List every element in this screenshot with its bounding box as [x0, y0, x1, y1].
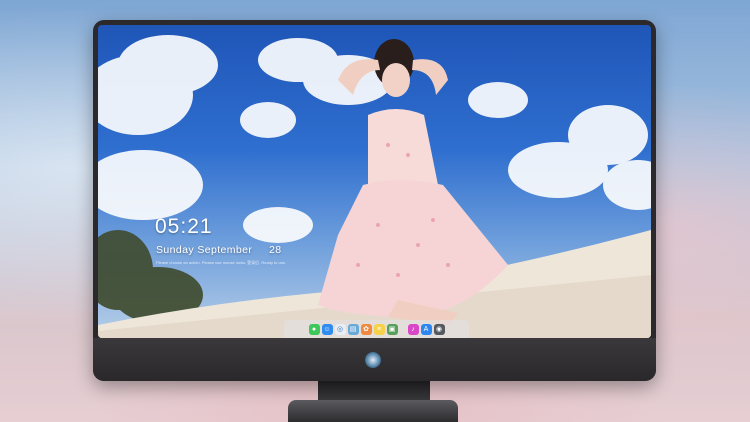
photos-icon[interactable]: ✿	[360, 323, 372, 335]
lock-notice: Please choose an action. Please use mous…	[156, 260, 287, 265]
image-capture-icon[interactable]: ▣	[386, 323, 398, 335]
itunes-icon[interactable]: ♪	[407, 323, 419, 335]
lock-date: Sunday September 28	[156, 244, 281, 256]
preview-icon[interactable]: ▤	[347, 323, 359, 335]
dock: ● ☺ ◎ ▤ ✿ ≡ ▣ ♪ A ◉	[284, 320, 469, 338]
notes-icon[interactable]: ≡	[373, 323, 385, 335]
brand-logo-icon	[365, 352, 381, 368]
messages-icon[interactable]: ●	[308, 323, 320, 335]
monitor-frame: 05:21 Sunday September 28 Please choose …	[93, 20, 656, 381]
camera-icon[interactable]: ◉	[433, 323, 445, 335]
wallpaper-image	[98, 35, 651, 338]
monitor-stand-base	[288, 400, 458, 422]
lock-screen[interactable]: 05:21 Sunday September 28 Please choose …	[98, 25, 651, 338]
app-store-icon[interactable]: A	[420, 323, 432, 335]
date-day: 28	[268, 244, 282, 256]
safari-icon[interactable]: ◎	[334, 323, 346, 335]
date-month: September	[197, 244, 253, 256]
finder-icon[interactable]: ☺	[321, 323, 333, 335]
lock-clock: 05:21	[155, 215, 213, 238]
date-weekday: Sunday	[156, 244, 195, 256]
